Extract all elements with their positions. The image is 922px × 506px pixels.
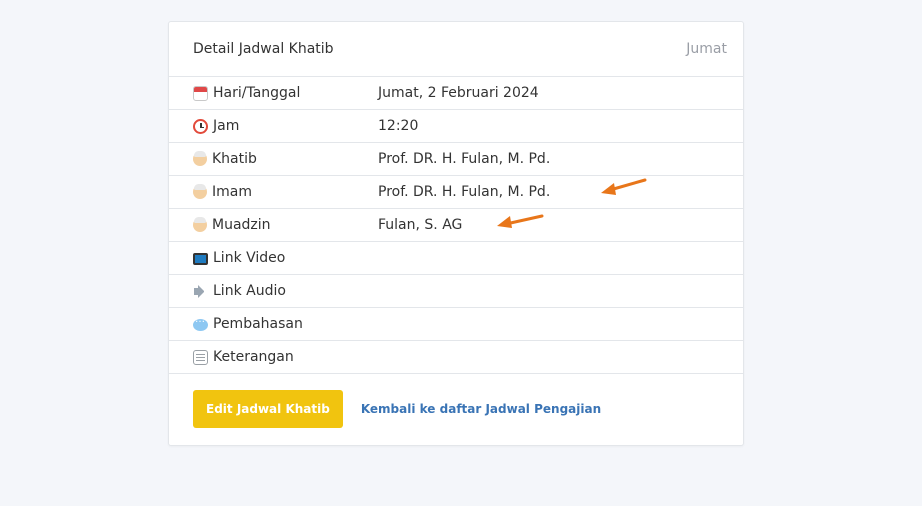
- annotation-arrow-imam: [601, 178, 647, 195]
- annotation-arrows: [497, 178, 647, 228]
- annotation-arrow-muadzin: [497, 214, 544, 228]
